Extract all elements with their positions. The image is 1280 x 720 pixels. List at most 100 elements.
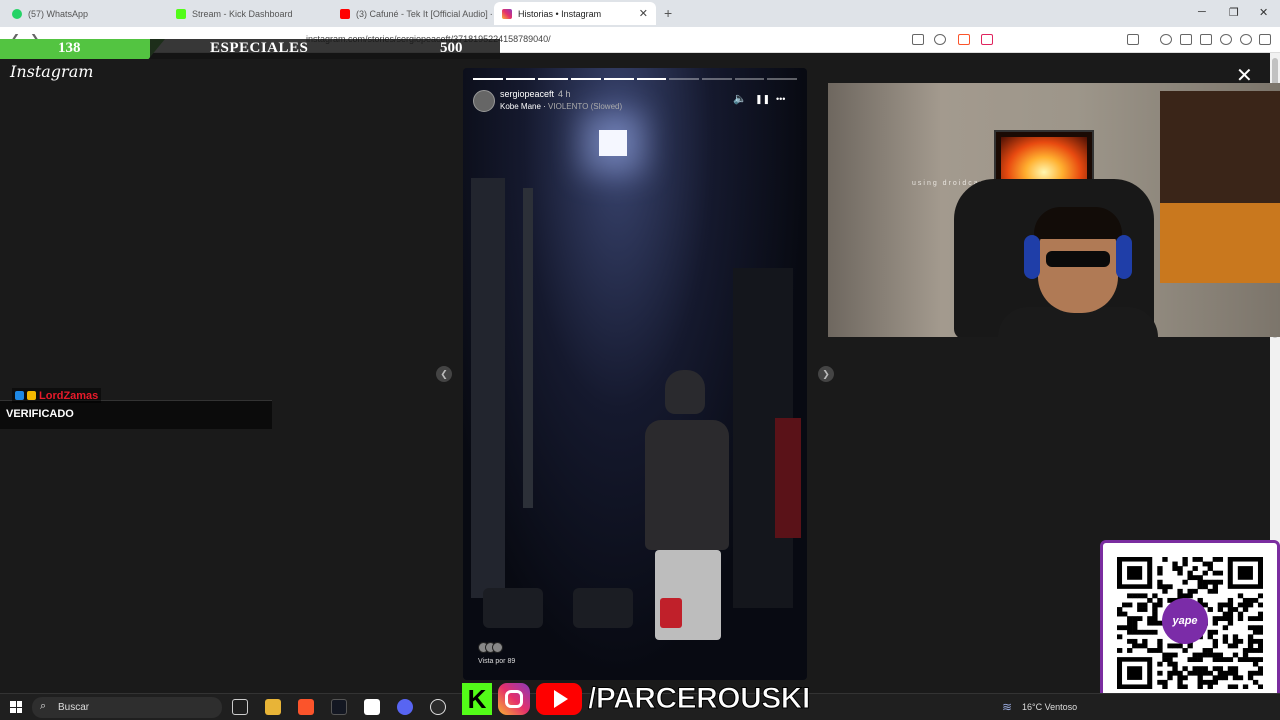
story-progress-segment — [669, 78, 699, 80]
tab-label: Historias • Instagram — [518, 8, 602, 19]
story-progress-segment — [701, 78, 732, 80]
menu-icon[interactable] — [1259, 34, 1271, 45]
goal-progress — [0, 39, 165, 59]
share-icon[interactable] — [934, 34, 946, 45]
badge-icon — [15, 391, 24, 400]
kick-icon — [176, 8, 186, 19]
webcam-feed: using droidcam.app — [828, 83, 1280, 337]
instagram-logo-icon — [498, 683, 530, 715]
music-icon[interactable] — [1160, 34, 1172, 45]
instagram-logo[interactable]: Instagram — [10, 62, 93, 81]
rack-pad — [775, 418, 801, 538]
story-progress-segment — [636, 78, 667, 80]
stream-goal-bar: 138 ESPECIALES 500 — [0, 39, 500, 59]
more-options-icon[interactable]: ••• — [776, 94, 785, 104]
counter — [1160, 203, 1280, 283]
tab-whatsapp[interactable]: (57) WhatsApp — [4, 2, 170, 25]
notion-icon[interactable] — [364, 699, 380, 715]
goal-current: 138 — [58, 40, 81, 56]
story-progress-segment — [505, 78, 536, 80]
story-progress-segment — [603, 78, 634, 80]
dumbbell — [483, 588, 543, 628]
youtube-icon — [340, 8, 350, 19]
social-handle: /PARCEROUSKI — [588, 682, 811, 716]
prev-story-button[interactable]: ❮ — [436, 366, 452, 382]
maximize-button[interactable]: ❐ — [1229, 6, 1239, 19]
kick-logo-icon: K — [462, 683, 492, 715]
whatsapp-icon — [12, 8, 22, 19]
ceiling-light — [599, 130, 627, 156]
headset — [1024, 235, 1040, 279]
chat-username: LordZamas — [39, 389, 99, 402]
story-progress-bar — [473, 78, 798, 80]
search-icon: ⌕ — [40, 700, 47, 712]
tv-fireplace — [994, 130, 1094, 186]
windows-start-icon[interactable] — [10, 701, 22, 713]
tab-instagram[interactable]: Historias • Instagram ✕ — [494, 2, 656, 25]
social-handles-overlay: K /PARCEROUSKI — [462, 681, 811, 717]
shelf — [1160, 91, 1280, 211]
viewer-avatars[interactable] — [478, 642, 503, 653]
weather-icon: ≋ — [1002, 700, 1013, 714]
chat-message: VERIFICADO — [6, 408, 74, 420]
red-cup — [660, 598, 682, 628]
wallet-icon[interactable] — [1200, 34, 1212, 45]
brave-rewards-icon[interactable] — [981, 34, 993, 45]
tab-label: Stream - Kick Dashboard — [192, 8, 293, 19]
brave-shield-icon[interactable] — [958, 34, 970, 45]
avatar[interactable] — [473, 90, 495, 112]
story-progress-segment — [538, 78, 569, 80]
leo-ai-icon[interactable] — [1220, 34, 1232, 45]
close-tab-icon[interactable]: ✕ — [639, 7, 648, 20]
chat-user: LordZamas — [12, 388, 102, 403]
gym-cable — [523, 188, 533, 508]
search-label: Buscar — [58, 702, 90, 713]
goal-title: ESPECIALES — [210, 40, 309, 56]
song-artist: Kobe Mane · — [500, 102, 549, 111]
cast-icon[interactable] — [912, 34, 924, 45]
discord-icon[interactable] — [397, 699, 413, 715]
seen-by-count[interactable]: Vista por 89 — [478, 658, 515, 665]
screen: (57) WhatsApp Stream - Kick Dashboard (3… — [0, 0, 1280, 720]
tab-kick-dashboard[interactable]: Stream - Kick Dashboard — [168, 2, 334, 25]
sidebar-icon[interactable] — [1180, 34, 1192, 45]
taskbar-search[interactable]: ⌕ Buscar — [32, 697, 222, 718]
vpn-icon[interactable] — [1240, 34, 1252, 45]
file-explorer-icon[interactable] — [265, 699, 281, 715]
story-song[interactable]: Kobe Mane · VIOLENTO (Slowed) — [500, 102, 622, 111]
person — [635, 370, 735, 640]
story-progress-segment — [571, 78, 601, 80]
tradingview-icon[interactable] — [331, 699, 347, 715]
story-time: 4 h — [558, 89, 571, 99]
weather-text[interactable]: 16°C Ventoso — [1022, 702, 1077, 712]
song-title: VIOLENTO (Slowed) — [548, 102, 623, 111]
minimize-button[interactable]: ─ — [1198, 6, 1206, 18]
task-view-icon[interactable] — [232, 699, 248, 715]
reading-list-icon[interactable] — [1127, 34, 1139, 45]
tab-label: (3) Cafuné - Tek It [Official Audio] - Y — [356, 8, 492, 19]
badge-icon — [27, 391, 36, 400]
obs-icon[interactable] — [430, 699, 446, 715]
gym-machine — [471, 178, 505, 598]
close-window-button[interactable]: ✕ — [1259, 6, 1268, 19]
mute-icon[interactable]: 🔈 — [733, 92, 747, 105]
tab-label: (57) WhatsApp — [28, 8, 89, 19]
new-tab-button[interactable]: + — [664, 5, 672, 21]
story-progress-segment — [767, 78, 798, 80]
story-progress-segment — [734, 78, 765, 80]
brave-browser-icon[interactable] — [298, 699, 314, 715]
goal-target: 500 — [440, 40, 463, 56]
browser-tab-bar: (57) WhatsApp Stream - Kick Dashboard (3… — [0, 0, 1280, 27]
yape-logo: yape — [1162, 598, 1208, 644]
youtube-logo-icon — [536, 683, 582, 715]
tab-youtube[interactable]: (3) Cafuné - Tek It [Official Audio] - Y — [332, 2, 492, 25]
streamer-hair — [1034, 207, 1122, 239]
story-viewer[interactable]: sergiopeaceft 4 h Kobe Mane · VIOLENTO (S… — [463, 68, 807, 680]
story-username[interactable]: sergiopeaceft — [500, 89, 554, 99]
story-header: sergiopeaceft 4 h — [500, 89, 571, 99]
pause-icon[interactable]: ❚❚ — [755, 94, 770, 105]
headset — [1116, 235, 1132, 279]
next-story-button[interactable]: ❯ — [818, 366, 834, 382]
sunglasses — [1046, 251, 1110, 267]
instagram-icon — [502, 8, 512, 19]
